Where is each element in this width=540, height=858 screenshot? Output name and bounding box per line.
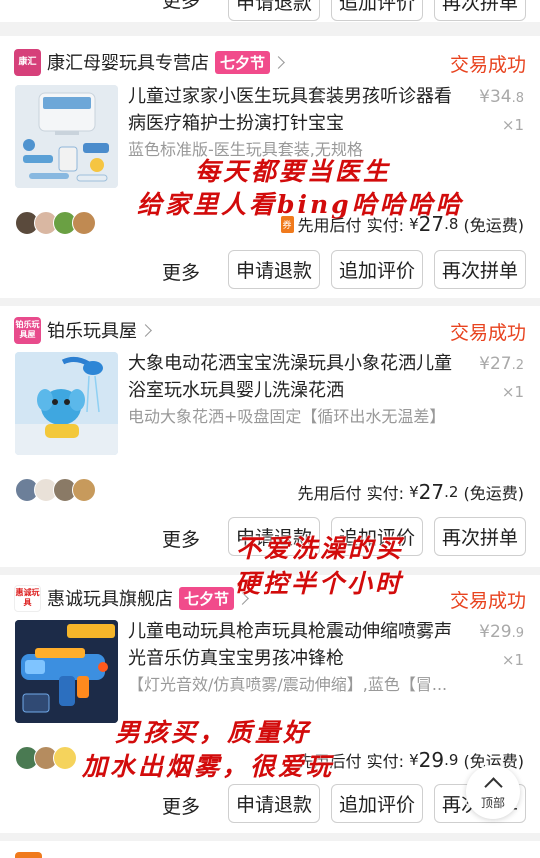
avatar xyxy=(53,746,77,770)
more-button[interactable]: 更多 xyxy=(162,0,200,13)
reorder-button[interactable]: 再次拼单 xyxy=(434,517,526,556)
order-card: 康汇 康汇母婴玩具专营店 七夕节 交易成功 儿童过家家小医生玩具套装男孩听诊器看… xyxy=(0,36,540,298)
product-spec: 电动大象花洒+吸盘固定【循环出水无温差】 xyxy=(128,407,446,426)
reorder-button[interactable]: 再次拼单 xyxy=(434,250,526,289)
add-review-button[interactable]: 追加评价 xyxy=(331,250,423,289)
handwritten-note: 硬控半个小时 xyxy=(235,569,404,598)
product-image[interactable] xyxy=(15,85,118,188)
product-image[interactable] xyxy=(15,620,118,723)
quantity: ×1 xyxy=(501,651,524,669)
paid-amount: 券 先用后付 实付: ¥27.8 (免运费) xyxy=(280,212,524,236)
store-logo: 惠诚玩具 xyxy=(14,584,41,612)
quantity: ×1 xyxy=(501,116,524,134)
unit-price: ¥27.2 xyxy=(479,354,524,374)
chevron-right-icon xyxy=(139,323,152,337)
festival-tag: 七夕节 xyxy=(215,50,271,74)
handwritten-note: 加水出烟雾，很爱玩 xyxy=(82,752,335,781)
handwritten-note: 男孩买，质量好 xyxy=(115,718,312,747)
add-review-button[interactable]: 追加评价 xyxy=(331,784,423,823)
festival-tag: 七夕节 xyxy=(179,586,235,610)
handwritten-note: 不爱洗澡的买 xyxy=(236,534,405,563)
quantity: ×1 xyxy=(501,383,524,401)
buyer-avatars xyxy=(15,746,77,770)
buyer-avatars xyxy=(15,211,96,235)
unit-price: ¥29.9 xyxy=(479,622,524,642)
product-title[interactable]: 大象电动花洒宝宝洗澡玩具小象花洒儿童浴室玩水玩具婴儿洗澡花洒 xyxy=(128,350,458,404)
store-name: 康汇母婴玩具专营店 xyxy=(47,53,209,74)
order-status: 交易成功 xyxy=(449,590,526,612)
order-card-partial xyxy=(0,841,540,858)
reorder-button[interactable]: 再次拼单 xyxy=(434,0,526,21)
store-logo: 铂乐玩具屋 xyxy=(14,316,41,344)
unit-price: ¥34.8 xyxy=(479,87,524,107)
refund-button[interactable]: 申请退款 xyxy=(228,250,320,289)
store-name: 铂乐玩具屋 xyxy=(47,321,137,342)
product-spec: 【灯光音效/仿真喷雾/震动伸缩】,蓝色【冒... xyxy=(128,675,448,694)
chevron-right-icon xyxy=(272,55,285,69)
refund-button[interactable]: 申请退款 xyxy=(228,784,320,823)
back-to-top-button[interactable]: 顶部 xyxy=(466,765,520,819)
store-name: 惠诚玩具旗舰店 xyxy=(47,589,173,610)
avatar xyxy=(72,478,96,502)
buyer-avatars xyxy=(15,478,96,502)
more-button[interactable]: 更多 xyxy=(162,792,200,819)
arrow-up-icon xyxy=(483,776,503,796)
handwritten-note: 每天都要当医生 xyxy=(195,157,392,186)
product-title[interactable]: 儿童电动玩具枪声玩具枪震动伸缩喷雾声光音乐仿真宝宝男孩冲锋枪 xyxy=(128,618,458,672)
avatar xyxy=(72,211,96,235)
order-status: 交易成功 xyxy=(449,322,526,344)
product-image[interactable] xyxy=(15,352,118,455)
store-logo: 康汇 xyxy=(14,48,41,76)
order-card-partial: 更多 申请退款 追加评价 再次拼单 xyxy=(0,0,540,22)
product-title[interactable]: 儿童过家家小医生玩具套装男孩听诊器看病医疗箱护士扮演打针宝宝 xyxy=(128,83,458,137)
order-card: 惠诚玩具 惠诚玩具旗舰店 七夕节 交易成功 儿童电动玩具枪声玩具枪震动伸缩喷雾声… xyxy=(0,575,540,833)
refund-button[interactable]: 申请退款 xyxy=(228,0,320,21)
more-button[interactable]: 更多 xyxy=(162,258,200,285)
add-review-button[interactable]: 追加评价 xyxy=(331,0,423,21)
more-button[interactable]: 更多 xyxy=(162,525,200,552)
order-status: 交易成功 xyxy=(449,54,526,76)
paid-amount: 先用后付 实付: ¥27.2 (免运费) xyxy=(297,480,524,504)
pay-later-icon: 券 xyxy=(280,215,294,233)
order-card: 铂乐玩具屋 铂乐玩具屋 交易成功 大象电动花洒宝宝洗澡玩具小象花洒儿童浴室玩水玩… xyxy=(0,306,540,598)
store-logo xyxy=(15,852,42,858)
